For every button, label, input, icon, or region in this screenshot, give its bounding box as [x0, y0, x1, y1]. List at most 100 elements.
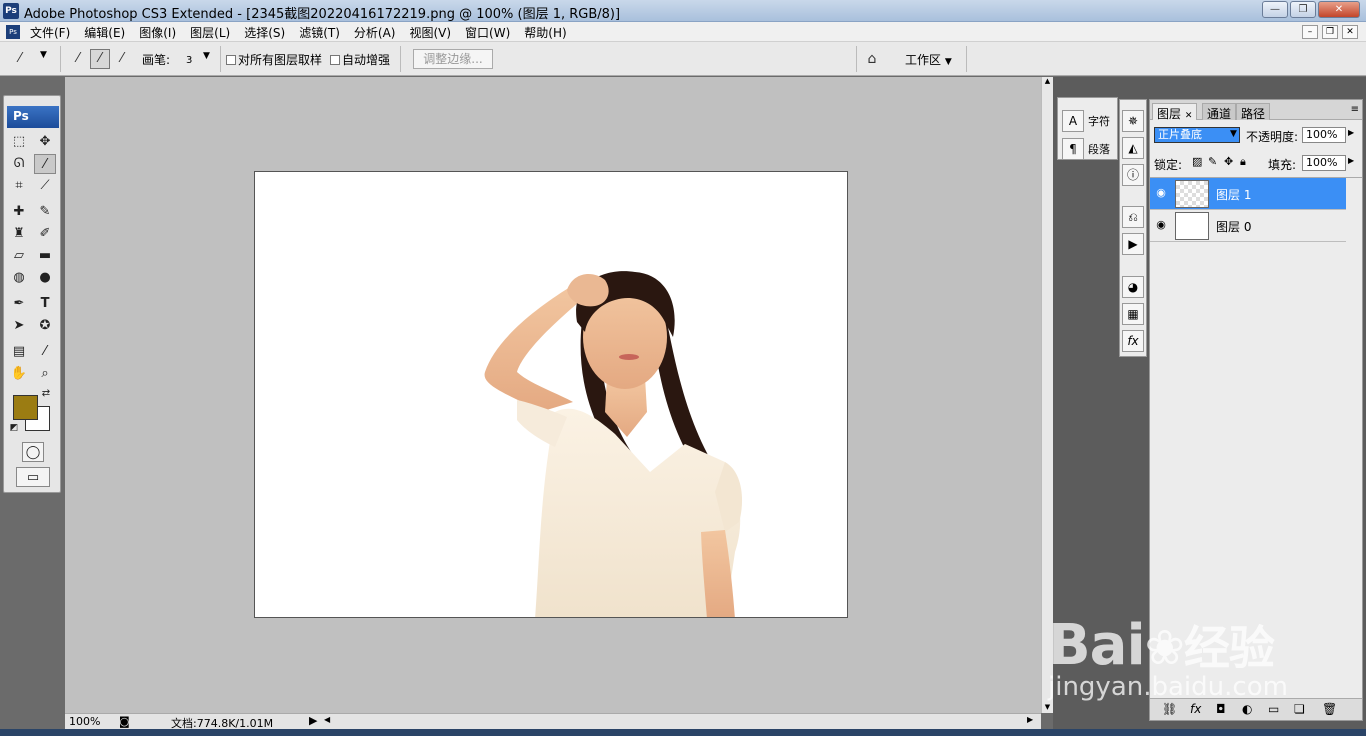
opacity-arrow-icon[interactable]: ▶	[1348, 128, 1354, 137]
mask-icon[interactable]: ◘	[1216, 702, 1226, 716]
scroll-left-icon[interactable]: ◀	[324, 715, 330, 724]
canvas-area[interactable]	[65, 77, 1041, 713]
actions-icon[interactable]: ▶	[1122, 233, 1144, 255]
history-icon[interactable]: ⎌	[1122, 206, 1144, 228]
menu-view[interactable]: 视图(V)	[409, 24, 451, 41]
character-icon[interactable]: A	[1062, 110, 1084, 132]
eraser-tool-icon[interactable]: ▱	[8, 246, 30, 266]
eyedropper-tool-icon[interactable]: ⁄	[34, 342, 56, 362]
fill-arrow-icon[interactable]: ▶	[1348, 156, 1354, 165]
tool-preset-dropdown-icon[interactable]: ▼	[40, 50, 47, 60]
lock-all-icon[interactable]: 🔒︎	[1240, 155, 1246, 169]
panel-menu-icon[interactable]: ≡	[1351, 104, 1359, 115]
zoom-level[interactable]: 100%	[69, 715, 100, 728]
swatches-icon[interactable]: ◕	[1122, 276, 1144, 298]
add-to-selection-icon[interactable]: ⁄	[90, 49, 110, 69]
eye-icon[interactable]: ◉	[1154, 186, 1168, 200]
blur-tool-icon[interactable]: ◍	[8, 268, 30, 288]
layer-name[interactable]: 图层 1	[1216, 186, 1251, 203]
scroll-right-icon[interactable]: ▶	[1027, 715, 1033, 724]
lock-pixels-icon[interactable]: ✎	[1208, 155, 1217, 168]
menu-filter[interactable]: 滤镜(T)	[299, 24, 340, 41]
tool-preset-picker[interactable]: ⁄	[10, 49, 30, 69]
crop-tool-icon[interactable]: ⌗	[8, 176, 30, 196]
zoom-tool-icon[interactable]: ⌕	[34, 364, 56, 384]
menu-select[interactable]: 选择(S)	[244, 24, 285, 41]
shape-tool-icon[interactable]: ✪	[34, 316, 56, 336]
menu-analysis[interactable]: 分析(A)	[354, 24, 396, 41]
menu-layer[interactable]: 图层(L)	[190, 24, 230, 41]
doc-restore-button[interactable]: ❐	[1322, 25, 1338, 39]
history-brush-icon[interactable]: ✐	[34, 224, 56, 244]
blend-mode-select[interactable]: 正片叠底	[1154, 127, 1240, 143]
menu-window[interactable]: 窗口(W)	[465, 24, 510, 41]
restore-button[interactable]: ❐	[1290, 1, 1316, 18]
minimize-button[interactable]: —	[1262, 1, 1288, 18]
menu-edit[interactable]: 编辑(E)	[84, 24, 125, 41]
eye-icon[interactable]: ◉	[1154, 218, 1168, 232]
hand-tool-icon[interactable]: ✋	[8, 364, 30, 384]
auto-enhance-checkbox[interactable]	[330, 55, 340, 65]
close-icon[interactable]: ✕	[1185, 111, 1193, 121]
tab-paths[interactable]: 路径	[1236, 103, 1271, 121]
doc-minimize-button[interactable]: –	[1302, 25, 1318, 39]
swap-colors-icon[interactable]: ⇄	[40, 388, 52, 400]
adjustment-icon[interactable]: ◐	[1242, 702, 1252, 716]
layer-row-0[interactable]: ◉ 图层 0	[1150, 210, 1346, 242]
default-colors-icon[interactable]: ◩	[8, 422, 20, 434]
healing-brush-icon[interactable]: ✚	[8, 202, 30, 222]
doc-close-button[interactable]: ✕	[1342, 25, 1358, 39]
chevron-down-icon[interactable]: ▼	[1230, 129, 1237, 139]
scroll-down-icon[interactable]: ▼	[1042, 703, 1053, 711]
lock-position-icon[interactable]: ✥	[1224, 155, 1233, 168]
grid-icon[interactable]: ▦	[1122, 303, 1144, 325]
dodge-tool-icon[interactable]: ●	[34, 268, 56, 288]
styles-fx-icon[interactable]: fx	[1122, 330, 1144, 352]
link-icon[interactable]: ⛓	[1162, 702, 1177, 716]
tab-channels[interactable]: 通道	[1202, 103, 1237, 121]
layer-row-1[interactable]: ◉ 图层 1	[1150, 178, 1346, 210]
marquee-tool-icon[interactable]: ⬚	[8, 132, 30, 152]
close-button[interactable]: ✕	[1318, 1, 1360, 18]
new-layer-icon[interactable]: ❏	[1294, 702, 1305, 716]
opacity-input[interactable]: 100%	[1302, 127, 1346, 143]
document-icon[interactable]: Ps	[6, 25, 20, 39]
menu-image[interactable]: 图像(I)	[139, 24, 176, 41]
type-tool-icon[interactable]: T	[34, 294, 56, 314]
document-canvas[interactable]	[254, 171, 848, 618]
sample-all-layers-checkbox[interactable]	[226, 55, 236, 65]
character-label[interactable]: 字符	[1088, 113, 1110, 129]
gradient-tool-icon[interactable]: ▬	[34, 246, 56, 266]
path-selection-icon[interactable]: ➤	[8, 316, 30, 336]
sample-all-layers-option[interactable]: 对所有图层取样	[226, 51, 322, 68]
new-selection-icon[interactable]: ⁄	[68, 49, 88, 69]
status-arrow-icon[interactable]: ▶	[309, 714, 317, 727]
scroll-up-icon[interactable]: ▲	[1042, 77, 1053, 85]
quick-mask-icon[interactable]: ◯	[22, 442, 44, 462]
brush-dropdown-icon[interactable]: ▼	[203, 51, 210, 61]
pen-tool-icon[interactable]: ✒	[8, 294, 30, 314]
auto-enhance-option[interactable]: 自动增强	[330, 51, 390, 68]
notes-tool-icon[interactable]: ▤	[8, 342, 30, 362]
foreground-color-swatch[interactable]	[13, 395, 38, 420]
histogram-icon[interactable]: ◭	[1122, 137, 1144, 159]
bridge-icon[interactable]: ⌂	[862, 49, 882, 69]
clone-stamp-icon[interactable]: ♜	[8, 224, 30, 244]
info-icon[interactable]: ⓘ	[1122, 164, 1144, 186]
menu-file[interactable]: 文件(F)	[30, 24, 70, 41]
brush-size[interactable]: 3	[186, 55, 192, 66]
paragraph-label[interactable]: 段落	[1088, 141, 1110, 157]
subtract-from-selection-icon[interactable]: ⁄	[112, 49, 132, 69]
navigator-icon[interactable]: ✵	[1122, 110, 1144, 132]
folder-icon[interactable]: ▭	[1268, 702, 1279, 716]
layer-name[interactable]: 图层 0	[1216, 218, 1251, 235]
workspace-menu[interactable]: 工作区 ▼	[905, 51, 952, 68]
trash-icon[interactable]: 🗑︎	[1322, 702, 1337, 716]
paragraph-icon[interactable]: ¶	[1062, 138, 1084, 160]
fx-icon[interactable]: fx	[1190, 702, 1201, 716]
status-menu-icon[interactable]: ◙	[119, 715, 130, 728]
move-tool-icon[interactable]: ✥	[34, 132, 56, 152]
brush-tool-icon[interactable]: ✎	[34, 202, 56, 222]
fill-input[interactable]: 100%	[1302, 155, 1346, 171]
refine-edge-button[interactable]: 调整边缘...	[413, 49, 493, 69]
